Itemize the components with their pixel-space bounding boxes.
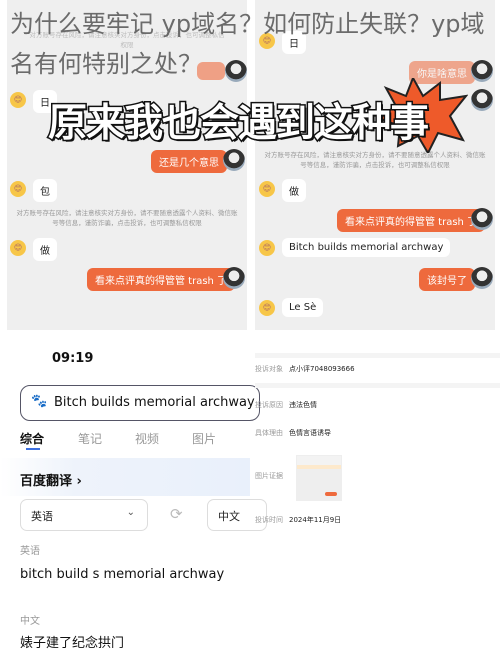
avatar	[223, 149, 245, 171]
message-out: 看来点评真的得管管 trash 了	[87, 268, 236, 291]
chevron-right-icon: ›	[72, 474, 82, 489]
tab-notes[interactable]: 笔记	[78, 430, 102, 447]
row-value: 2024年11月9日	[289, 516, 342, 524]
status-time: 09:19	[52, 351, 94, 366]
system-notice: 对方账号存在风险，请注意核实对方身份，请不要随意透露个人资料、微信账号等信息，谨…	[16, 209, 238, 227]
avatar	[471, 89, 493, 111]
message-in: 做	[33, 238, 57, 261]
row-value: 违法色情	[289, 401, 317, 409]
tab-active-indicator	[26, 448, 40, 450]
source-language-value: 英语	[31, 510, 53, 523]
message-out: 看来点评真的得管管 trash 了	[337, 209, 486, 232]
message-in: Le Sè	[282, 298, 324, 317]
swap-language-icon[interactable]: ⟳	[170, 505, 183, 523]
tab-bar: 综合 笔记 视频 图片	[20, 430, 250, 450]
message-in: Bitch builds memorial archway	[282, 238, 451, 257]
report-row: 投诉时间 2024年11月9日	[255, 515, 500, 525]
emoji-avatar: 😊	[259, 181, 275, 197]
avatar	[471, 267, 493, 289]
emoji-avatar: 😊	[10, 181, 26, 197]
search-input[interactable]: 🐾 Bitch builds memorial archway	[20, 385, 260, 421]
evidence-thumbnail[interactable]	[296, 455, 342, 501]
target-text: 婊子建了纪念拱门	[20, 636, 125, 651]
tab-video[interactable]: 视频	[135, 430, 159, 447]
row-label: 投诉原因	[255, 401, 283, 409]
source-label: 英语	[20, 546, 40, 557]
row-label: 投诉时间	[255, 516, 283, 524]
emoji-avatar: 😊	[10, 92, 26, 108]
baidu-paw-icon: 🐾	[31, 394, 48, 409]
source-text: bitch build s memorial archway	[20, 567, 225, 582]
target-language-value: 中文	[218, 510, 240, 523]
report-row: 具体理由 色情言语诱导	[255, 428, 500, 438]
report-row: 投诉对象 点小评7048093666	[255, 364, 500, 374]
tab-images[interactable]: 图片	[192, 430, 216, 447]
chevron-down-icon: ⌄	[126, 507, 135, 518]
translate-title: 百度翻译	[20, 474, 73, 489]
message-in: 做	[282, 179, 306, 202]
message-in: 包	[33, 179, 57, 202]
row-label: 投诉对象	[255, 365, 283, 373]
avatar	[223, 267, 245, 289]
divider	[255, 383, 500, 388]
row-value: 点小评7048093666	[289, 365, 355, 373]
row-label: 具体理由	[255, 429, 283, 437]
row-value: 色情言语诱导	[289, 429, 331, 437]
report-row: 图片证据	[255, 471, 500, 481]
emoji-avatar: 😊	[10, 240, 26, 256]
message-out: 该封号了	[419, 268, 475, 291]
avatar	[471, 208, 493, 230]
article-title: 为什么要牢记 yp域名？如何防止失联？yp域名有何特别之处？	[10, 10, 485, 78]
report-row: 投诉原因 违法色情	[255, 400, 500, 410]
emoji-avatar: 😊	[259, 300, 275, 316]
emoji-avatar: 😊	[259, 240, 275, 256]
tab-all[interactable]: 综合	[20, 430, 44, 447]
system-notice: 对方账号存在风险，请注意核实对方身份，请不要随意透露个人资料、微信账号等信息，谨…	[264, 151, 486, 169]
banner-caption: 原来我也会遇到这种事	[46, 100, 430, 148]
divider	[255, 353, 500, 358]
thumb-bubble	[325, 492, 337, 496]
target-label: 中文	[20, 616, 40, 627]
search-query: Bitch builds memorial archway	[54, 395, 255, 410]
message-out: 还是几个意思	[151, 150, 227, 173]
row-label: 图片证据	[255, 472, 283, 480]
source-language-select[interactable]: 英语 ⌄	[20, 499, 148, 531]
translate-title-link[interactable]: 百度翻译 ›	[20, 470, 82, 489]
